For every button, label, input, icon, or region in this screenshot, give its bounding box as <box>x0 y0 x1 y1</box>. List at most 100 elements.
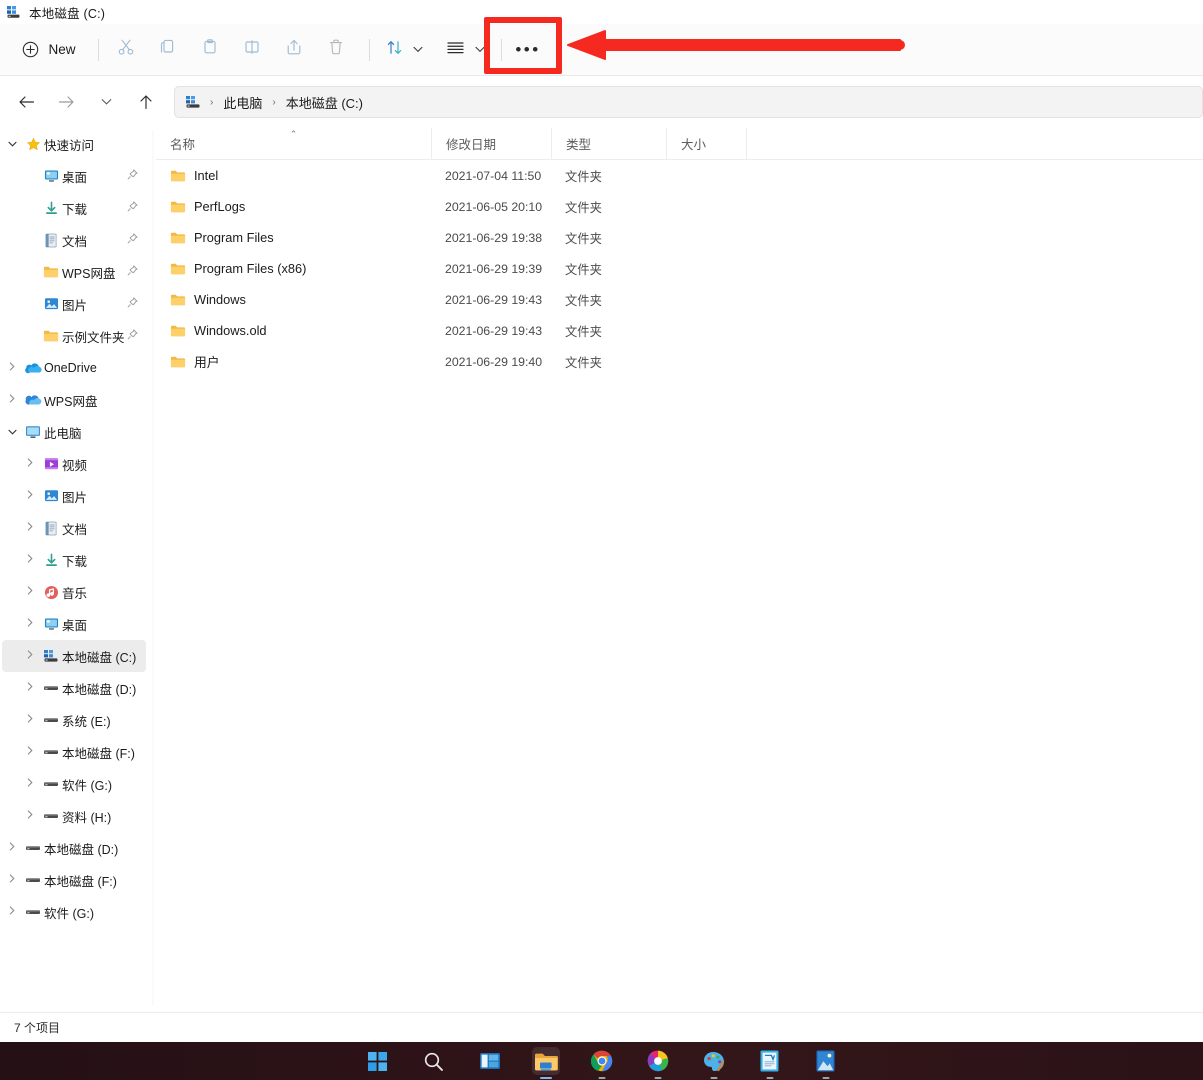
chevron-right-icon[interactable] <box>2 394 22 406</box>
more-button[interactable]: ••• <box>502 33 554 67</box>
chevron-right-icon[interactable] <box>20 490 40 502</box>
folder-icon <box>170 231 186 245</box>
taskbar-task-view-button[interactable] <box>476 1047 504 1075</box>
chevron-right-icon[interactable] <box>20 778 40 790</box>
sidebar-item-8[interactable]: WPS网盘 <box>2 384 146 416</box>
chevron-right-icon[interactable] <box>20 586 40 598</box>
breadcrumb-item-local-disk-c[interactable]: 本地磁盘 (C:) <box>281 91 368 114</box>
taskbar-start-button[interactable] <box>364 1047 392 1075</box>
sidebar-item-14[interactable]: 音乐 <box>2 576 146 608</box>
sidebar-item-0[interactable]: 快速访问 <box>2 128 146 160</box>
pin-icon[interactable] <box>127 265 142 279</box>
chevron-right-icon[interactable] <box>20 458 40 470</box>
sidebar-item-6[interactable]: 示例文件夹 <box>2 320 146 352</box>
pin-icon[interactable] <box>127 297 142 311</box>
sidebar-item-21[interactable]: 资料 (H:) <box>2 800 146 832</box>
arrow-right-icon <box>58 95 75 109</box>
sidebar-item-17[interactable]: 本地磁盘 (D:) <box>2 672 146 704</box>
column-header-0[interactable]: 名称⌃ <box>156 128 431 160</box>
chevron-right-icon[interactable] <box>20 618 40 630</box>
sidebar-item-1[interactable]: 桌面 <box>2 160 146 192</box>
pin-icon[interactable] <box>127 329 142 343</box>
chevron-right-icon[interactable] <box>20 714 40 726</box>
chevron-down-icon[interactable] <box>2 427 22 438</box>
sidebar-item-24[interactable]: 软件 (G:) <box>2 896 146 928</box>
taskbar-paint-button[interactable] <box>700 1047 728 1075</box>
rename-button[interactable] <box>231 33 273 67</box>
taskbar-photos-button[interactable] <box>812 1047 840 1075</box>
taskbar-chrome-button[interactable] <box>588 1047 616 1075</box>
drive-icon <box>40 715 62 725</box>
view-button[interactable] <box>440 33 470 67</box>
copy-icon <box>159 38 177 61</box>
share-button[interactable] <box>273 33 315 67</box>
taskbar-file-explorer-button[interactable] <box>532 1047 560 1075</box>
forward-button[interactable] <box>50 86 82 118</box>
sidebar-item-23[interactable]: 本地磁盘 (F:) <box>2 864 146 896</box>
desktop-icon <box>40 617 62 631</box>
sidebar-item-9[interactable]: 此电脑 <box>2 416 146 448</box>
taskbar-chromium-button[interactable] <box>644 1047 672 1075</box>
title-bar: 本地磁盘 (C:) <box>0 0 1203 24</box>
sidebar-item-19[interactable]: 本地磁盘 (F:) <box>2 736 146 768</box>
breadcrumb-item-this-pc[interactable]: 此电脑 <box>218 91 267 114</box>
sort-chevron-button[interactable] <box>408 33 428 67</box>
table-row[interactable]: 用户2021-06-29 19:40文件夹 <box>156 346 1203 377</box>
copy-button[interactable] <box>147 33 189 67</box>
pin-icon[interactable] <box>127 201 142 215</box>
sidebar-item-13[interactable]: 下载 <box>2 544 146 576</box>
chevron-right-icon[interactable] <box>20 522 40 534</box>
downloads-icon <box>40 201 62 216</box>
sidebar-item-label: 桌面 <box>62 615 87 634</box>
column-header-1[interactable]: 修改日期 <box>431 128 551 160</box>
sidebar-item-10[interactable]: 视频 <box>2 448 146 480</box>
pin-icon[interactable] <box>127 169 142 183</box>
sidebar-item-18[interactable]: 系统 (E:) <box>2 704 146 736</box>
pin-icon[interactable] <box>127 233 142 247</box>
column-header-label: 大小 <box>681 134 706 153</box>
column-header-2[interactable]: 类型 <box>551 128 666 160</box>
breadcrumb[interactable]: › 此电脑 › 本地磁盘 (C:) <box>174 86 1203 118</box>
sidebar-item-22[interactable]: 本地磁盘 (D:) <box>2 832 146 864</box>
table-row[interactable]: Windows2021-06-29 19:43文件夹 <box>156 284 1203 315</box>
sidebar-item-11[interactable]: 图片 <box>2 480 146 512</box>
chevron-right-icon[interactable] <box>2 842 22 854</box>
table-row[interactable]: Windows.old2021-06-29 19:43文件夹 <box>156 315 1203 346</box>
chevron-right-icon[interactable] <box>2 874 22 886</box>
sidebar-item-2[interactable]: 下载 <box>2 192 146 224</box>
table-row[interactable]: Intel2021-07-04 11:50文件夹 <box>156 160 1203 191</box>
paste-button[interactable] <box>189 33 231 67</box>
chevron-right-icon[interactable] <box>20 746 40 758</box>
new-button[interactable]: New <box>14 33 88 67</box>
sidebar-item-12[interactable]: 文档 <box>2 512 146 544</box>
chevron-right-icon[interactable] <box>20 554 40 566</box>
table-row[interactable]: PerfLogs2021-06-05 20:10文件夹 <box>156 191 1203 222</box>
table-row[interactable]: Program Files (x86)2021-06-29 19:39文件夹 <box>156 253 1203 284</box>
sort-button[interactable] <box>380 33 408 67</box>
cut-button[interactable] <box>105 33 147 67</box>
arrow-left-icon <box>18 95 35 109</box>
chevron-right-icon[interactable] <box>20 682 40 694</box>
sidebar-item-5[interactable]: 图片 <box>2 288 146 320</box>
back-button[interactable] <box>10 86 42 118</box>
chevron-down-icon[interactable] <box>2 139 22 150</box>
chevron-right-icon[interactable] <box>2 906 22 918</box>
recent-locations-button[interactable] <box>90 86 122 118</box>
sidebar-item-3[interactable]: 文档 <box>2 224 146 256</box>
up-button[interactable] <box>130 86 162 118</box>
sidebar-item-16[interactable]: 本地磁盘 (C:) <box>2 640 146 672</box>
chevron-right-icon[interactable] <box>2 362 22 374</box>
chevron-right-icon[interactable] <box>20 650 40 662</box>
delete-button[interactable] <box>315 33 357 67</box>
sidebar-item-20[interactable]: 软件 (G:) <box>2 768 146 800</box>
sidebar-item-15[interactable]: 桌面 <box>2 608 146 640</box>
taskbar-search-button[interactable] <box>420 1047 448 1075</box>
table-row[interactable]: Program Files2021-06-29 19:38文件夹 <box>156 222 1203 253</box>
sidebar-item-4[interactable]: WPS网盘 <box>2 256 146 288</box>
chevron-right-icon[interactable] <box>20 810 40 822</box>
view-chevron-button[interactable] <box>470 33 490 67</box>
sidebar-item-7[interactable]: OneDrive <box>2 352 146 384</box>
column-header-3[interactable]: 大小 <box>666 128 746 160</box>
running-indicator <box>822 1077 829 1080</box>
taskbar-wps-button[interactable] <box>756 1047 784 1075</box>
